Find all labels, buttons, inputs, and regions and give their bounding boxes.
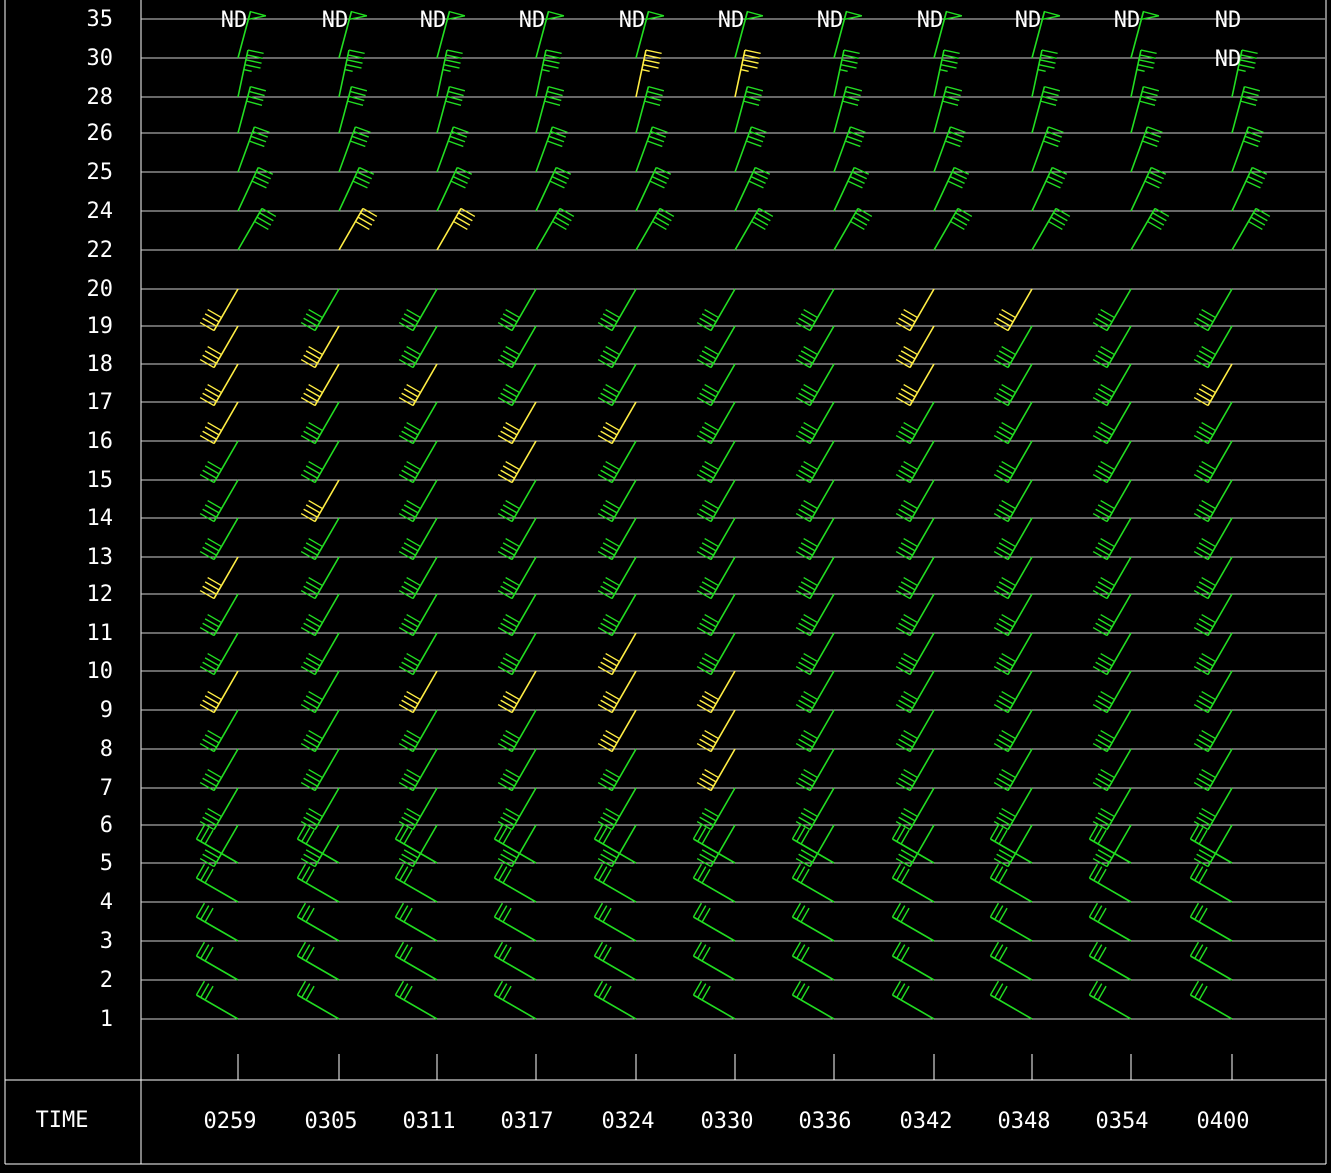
level-label: 16 (87, 429, 114, 454)
time-axis-label: TIME (36, 1108, 89, 1133)
level-label: 4 (100, 890, 113, 915)
time-label: 0324 (602, 1109, 655, 1134)
wind-profile-display: 35 30 28 26 25 24 22 20 19 18 17 16 15 14 13 12 11 10 9 8 7 6… (0, 0, 1331, 1169)
level-label: 5 (100, 851, 113, 876)
level-label: 18 (87, 352, 114, 377)
time-label: 0400 (1197, 1109, 1250, 1134)
level-label: 11 (87, 621, 114, 646)
level-label: 17 (87, 390, 114, 415)
level-label: 6 (100, 813, 113, 838)
no-data-marker: ND (1114, 8, 1141, 33)
level-label: 2 (100, 968, 113, 993)
level-label: 12 (87, 582, 114, 607)
time-label: 0259 (204, 1109, 257, 1134)
no-data-marker: ND (519, 8, 546, 33)
wind-barb-chart: 3530282625242220191817161514131211109876… (0, 0, 1331, 1169)
no-data-marker: ND (718, 8, 745, 33)
time-label: 0354 (1096, 1109, 1149, 1134)
time-label: 0342 (900, 1109, 953, 1134)
level-label: 10 (87, 659, 114, 684)
level-label: 1 (100, 1007, 113, 1032)
level-label: 15 (87, 468, 114, 493)
level-label: 3 (100, 929, 113, 954)
no-data-marker: ND (619, 8, 646, 33)
level-label: 9 (100, 698, 113, 723)
chart-background (0, 0, 1331, 1169)
level-label: 22 (87, 238, 114, 263)
no-data-marker: ND (1215, 8, 1242, 33)
level-label: 13 (87, 545, 114, 570)
level-label: 14 (87, 506, 114, 531)
level-label: 24 (87, 199, 114, 224)
no-data-marker: ND (1015, 8, 1042, 33)
level-label: 28 (87, 85, 114, 110)
time-label: 0330 (701, 1109, 754, 1134)
level-label: 20 (87, 277, 114, 302)
no-data-marker: ND (1215, 47, 1242, 72)
time-label: 0311 (403, 1109, 456, 1134)
no-data-marker: ND (420, 8, 447, 33)
level-label: 7 (100, 776, 113, 801)
time-label: 0348 (998, 1109, 1051, 1134)
level-label: 35 (87, 7, 114, 32)
level-label: 8 (100, 737, 113, 762)
time-label: 0305 (305, 1109, 358, 1134)
level-label: 26 (87, 121, 114, 146)
no-data-marker: ND (322, 8, 349, 33)
level-label: 19 (87, 314, 114, 339)
no-data-marker: ND (817, 8, 844, 33)
level-label: 25 (87, 160, 114, 185)
no-data-marker: ND (917, 8, 944, 33)
time-label: 0317 (501, 1109, 554, 1134)
no-data-marker: ND (221, 8, 248, 33)
level-label: 30 (87, 46, 114, 71)
time-label: 0336 (799, 1109, 852, 1134)
